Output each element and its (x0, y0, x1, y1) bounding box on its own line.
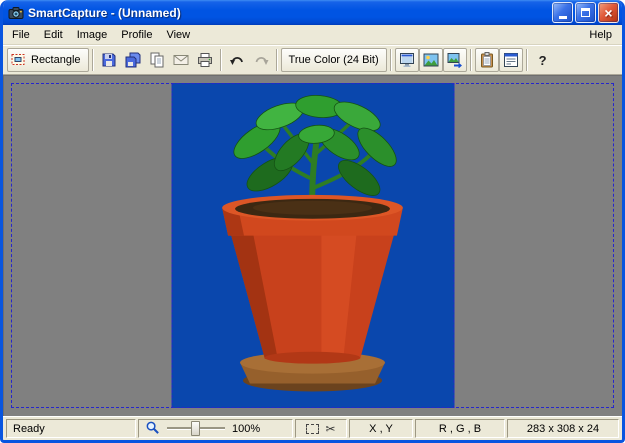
minimize-button[interactable] (552, 2, 573, 23)
app-camera-icon[interactable] (8, 5, 24, 21)
maximize-button[interactable] (575, 2, 596, 23)
floppy-stack-icon (125, 52, 141, 68)
menu-item-edit[interactable]: Edit (37, 27, 70, 43)
minimize-icon (559, 16, 567, 19)
title-bar[interactable]: SmartCapture - (Unnamed) × (3, 0, 622, 25)
zoom-slider[interactable] (167, 427, 225, 430)
save-all-button[interactable] (121, 48, 145, 72)
email-button[interactable] (169, 48, 193, 72)
capture-window-button[interactable] (395, 48, 419, 72)
printer-icon (197, 52, 213, 68)
monitor-icon (399, 52, 415, 68)
status-message: Ready (6, 419, 136, 438)
menu-item-view[interactable]: View (159, 27, 197, 43)
toolbar-separator (526, 49, 528, 71)
window-title: SmartCapture - (Unnamed) (28, 6, 550, 20)
help-icon: ? (539, 53, 547, 68)
image-arrow-icon (447, 52, 463, 68)
menu-item-profile[interactable]: Profile (114, 27, 159, 43)
copy-icon (149, 52, 165, 68)
close-icon: × (604, 6, 612, 20)
zoom-panel: 100% (138, 419, 293, 438)
envelope-icon (173, 52, 189, 68)
send-image-button[interactable] (443, 48, 467, 72)
floppy-icon (101, 52, 117, 68)
close-button[interactable]: × (598, 2, 619, 23)
pixel-color-panel: R , G , B (415, 419, 505, 438)
capture-mode-label: Rectangle (26, 54, 86, 66)
scissors-icon[interactable]: ✂ (325, 422, 335, 436)
undo-icon (229, 52, 245, 68)
toolbar-separator (390, 49, 392, 71)
menu-item-image[interactable]: Image (70, 27, 115, 43)
color-depth-label: True Color (24 Bit) (284, 54, 384, 66)
menu-item-file[interactable]: File (5, 27, 37, 43)
redo-icon (253, 52, 269, 68)
toolbar-separator (220, 49, 222, 71)
zoom-slider-thumb[interactable] (191, 421, 200, 436)
zoom-value: 100% (232, 423, 260, 435)
properties-icon (503, 52, 519, 68)
toolbar-separator (276, 49, 278, 71)
save-button[interactable] (97, 48, 121, 72)
toolbar: Rectangle (3, 45, 622, 75)
image-dimensions-panel: 283 x 308 x 24 (507, 419, 619, 438)
paste-button[interactable] (475, 48, 499, 72)
app-window: SmartCapture - (Unnamed) × File Edit Ima… (0, 0, 625, 443)
plant-illustration (172, 84, 453, 407)
maximize-icon (581, 8, 590, 17)
clipboard-icon (479, 52, 495, 68)
cursor-position-panel: X , Y (349, 419, 413, 438)
capture-canvas[interactable] (3, 75, 622, 416)
toolbar-separator (92, 49, 94, 71)
tools-panel: ✂ (295, 419, 347, 438)
color-depth-button[interactable]: True Color (24 Bit) (281, 48, 387, 72)
view-image-button[interactable] (419, 48, 443, 72)
menu-bar: File Edit Image Profile View Help (3, 25, 622, 45)
status-bar: Ready 100% ✂ X , Y R , G , B 283 x 308 x… (3, 416, 622, 440)
menu-item-help[interactable]: Help (581, 27, 620, 43)
selection-mode-icon[interactable] (306, 424, 319, 434)
toolbar-separator (470, 49, 472, 71)
magnifier-icon[interactable] (145, 420, 160, 438)
copy-button[interactable] (145, 48, 169, 72)
print-button[interactable] (193, 48, 217, 72)
redo-button[interactable] (249, 48, 273, 72)
help-button[interactable]: ? (531, 48, 555, 72)
rectangle-capture-icon (10, 52, 26, 68)
capture-mode-button[interactable]: Rectangle (7, 48, 89, 72)
undo-button[interactable] (225, 48, 249, 72)
properties-button[interactable] (499, 48, 523, 72)
image-icon (423, 52, 439, 68)
captured-image[interactable] (171, 83, 454, 408)
